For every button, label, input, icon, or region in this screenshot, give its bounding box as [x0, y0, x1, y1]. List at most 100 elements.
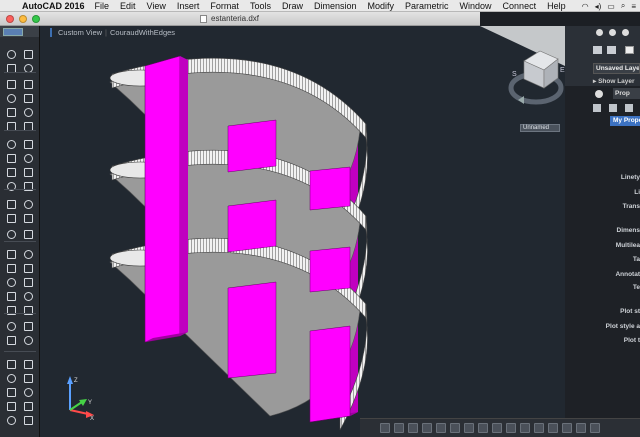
- menu-parametric[interactable]: Parametric: [405, 1, 449, 11]
- polar-icon[interactable]: [436, 423, 446, 433]
- plus-icon[interactable]: [5, 372, 18, 384]
- customize-icon[interactable]: [590, 423, 600, 433]
- trim-icon[interactable]: [5, 212, 18, 224]
- properties-icon[interactable]: [5, 320, 18, 332]
- palette-selector[interactable]: [3, 27, 23, 36]
- annotation-icon[interactable]: [520, 423, 530, 433]
- isolate-icon[interactable]: [548, 423, 558, 433]
- offset-icon[interactable]: [5, 228, 18, 240]
- chamfer-icon[interactable]: [5, 248, 18, 260]
- tool-palette-header[interactable]: [0, 26, 39, 37]
- menu-format[interactable]: Format: [210, 1, 239, 11]
- table-icon[interactable]: [22, 152, 35, 164]
- menu-connect[interactable]: Connect: [503, 1, 537, 11]
- layer-settings-icon[interactable]: [607, 46, 616, 54]
- block-icon[interactable]: [5, 304, 18, 316]
- line-icon[interactable]: [5, 78, 18, 90]
- hardware-icon[interactable]: [562, 423, 572, 433]
- arc-icon[interactable]: [5, 92, 18, 104]
- osnap-icon[interactable]: [450, 423, 460, 433]
- properties-tab[interactable]: Prop: [613, 88, 640, 99]
- spline-icon[interactable]: [22, 414, 35, 426]
- copy-icon[interactable]: [22, 166, 35, 178]
- arc-icon[interactable]: [5, 414, 18, 426]
- menu-window[interactable]: Window: [460, 1, 492, 11]
- workspace-icon[interactable]: [534, 423, 544, 433]
- break-icon[interactable]: [22, 276, 35, 288]
- menu-tools[interactable]: Tools: [250, 1, 271, 11]
- battery-icon[interactable]: ▭: [607, 2, 615, 11]
- polyline-icon[interactable]: [22, 400, 35, 412]
- notification-icon[interactable]: ≡: [631, 2, 636, 11]
- layer-icon[interactable]: [5, 358, 18, 370]
- leader-icon[interactable]: [22, 290, 35, 302]
- plus-icon[interactable]: [5, 48, 18, 60]
- rotate-icon[interactable]: [5, 180, 18, 192]
- measure-icon[interactable]: [5, 334, 18, 346]
- circle-icon[interactable]: [5, 106, 18, 118]
- extend-icon[interactable]: [22, 212, 35, 224]
- grid-icon[interactable]: [394, 423, 404, 433]
- clean-screen-icon[interactable]: [576, 423, 586, 433]
- selection-filter[interactable]: My Propert: [610, 116, 640, 126]
- ucs-dropdown[interactable]: Unnamed: [520, 124, 560, 132]
- layer-state-icon[interactable]: [609, 29, 616, 36]
- select-objects-icon[interactable]: [625, 104, 633, 112]
- mirror-icon[interactable]: [5, 198, 18, 210]
- redo-icon[interactable]: [22, 386, 35, 398]
- layer-delete-icon[interactable]: [625, 46, 634, 54]
- undo-icon[interactable]: [5, 386, 18, 398]
- snap-mode-icon[interactable]: [408, 423, 418, 433]
- menu-draw[interactable]: Draw: [282, 1, 303, 11]
- array-icon[interactable]: [22, 198, 35, 210]
- zoom-window-button[interactable]: [32, 15, 40, 23]
- stretch-icon[interactable]: [5, 262, 18, 274]
- scale-icon[interactable]: [22, 180, 35, 192]
- selection-cycling-icon[interactable]: [506, 423, 516, 433]
- properties-toolbar-icon[interactable]: [593, 104, 601, 112]
- explode-icon[interactable]: [22, 248, 35, 260]
- region-icon[interactable]: [22, 138, 35, 150]
- wifi-icon[interactable]: ◠: [582, 2, 589, 11]
- join-icon[interactable]: [22, 262, 35, 274]
- layer-freeze-icon[interactable]: [622, 29, 629, 36]
- menu-edit[interactable]: Edit: [120, 1, 136, 11]
- otrack-icon[interactable]: [464, 423, 474, 433]
- properties-tab-icon-a[interactable]: [595, 90, 603, 98]
- drawing-viewport[interactable]: Custom View | CouraudWithEdges S E Unnam…: [40, 26, 565, 437]
- snap-icon[interactable]: [22, 48, 35, 60]
- layer-icon[interactable]: [596, 29, 603, 36]
- snap-icon[interactable]: [22, 372, 35, 384]
- viewcube[interactable]: S E: [480, 26, 565, 105]
- polyline-icon[interactable]: [22, 78, 35, 90]
- app-name-menu[interactable]: AutoCAD 2016: [22, 1, 85, 11]
- menu-view[interactable]: View: [147, 1, 166, 11]
- quick-select-icon[interactable]: [609, 104, 617, 112]
- group-icon[interactable]: [22, 334, 35, 346]
- menu-dimension[interactable]: Dimension: [314, 1, 357, 11]
- rectangle-icon[interactable]: [22, 106, 35, 118]
- menu-insert[interactable]: Insert: [177, 1, 200, 11]
- minimize-window-button[interactable]: [19, 15, 27, 23]
- menu-help[interactable]: Help: [547, 1, 566, 11]
- menu-modify[interactable]: Modify: [368, 1, 395, 11]
- xref-icon[interactable]: [22, 358, 35, 370]
- fillet-icon[interactable]: [22, 228, 35, 240]
- menu-file[interactable]: File: [95, 1, 110, 11]
- close-window-button[interactable]: [6, 15, 14, 23]
- show-layers-toggle[interactable]: ▸ Show Layer: [593, 77, 635, 85]
- current-layer-select[interactable]: Unsaved Layer: [593, 63, 640, 74]
- transparency-icon[interactable]: [492, 423, 502, 433]
- dimension-icon[interactable]: [5, 290, 18, 302]
- model-space-icon[interactable]: [380, 423, 390, 433]
- move-icon[interactable]: [5, 166, 18, 178]
- text-icon[interactable]: [5, 152, 18, 164]
- erase-icon[interactable]: [5, 276, 18, 288]
- new-layer-icon[interactable]: [593, 46, 602, 54]
- insert-icon[interactable]: [22, 304, 35, 316]
- match-icon[interactable]: [22, 320, 35, 332]
- spotlight-icon[interactable]: ⌕: [621, 1, 625, 11]
- lineweight-icon[interactable]: [478, 423, 488, 433]
- spline-icon[interactable]: [22, 92, 35, 104]
- ortho-icon[interactable]: [422, 423, 432, 433]
